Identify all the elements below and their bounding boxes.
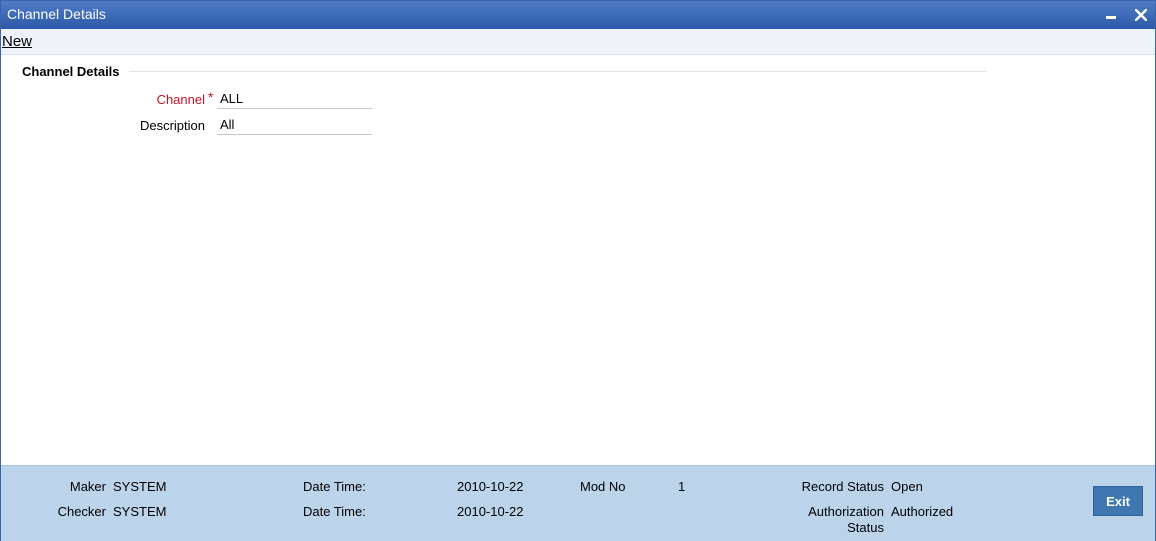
required-asterisk: *: [208, 89, 214, 105]
close-button[interactable]: [1131, 5, 1151, 25]
maker-datetime-label: Date Time:: [303, 479, 366, 494]
window-title: Channel Details: [7, 6, 106, 22]
record-status-label: Record Status: [801, 479, 884, 494]
record-status-value: Open: [891, 479, 923, 494]
maker-value: SYSTEM: [113, 479, 167, 494]
mod-no-value: 1: [678, 479, 686, 494]
channel-label: Channel: [156, 92, 205, 107]
maker-label: Maker: [69, 479, 106, 494]
authorization-status-label: Authorization: [808, 504, 884, 519]
toolbar: New: [1, 29, 1155, 55]
mod-no-label: Mod No: [580, 479, 626, 494]
minimize-button[interactable]: [1101, 5, 1121, 25]
new-link[interactable]: New: [2, 33, 32, 50]
authorization-status-label-line2: Status: [847, 520, 884, 535]
title-bar: Channel Details: [1, 1, 1155, 29]
maker-datetime-value: 2010-10-22: [457, 479, 524, 494]
channel-details-window: Channel Details New Channel Details Chan…: [0, 0, 1156, 541]
checker-value: SYSTEM: [113, 504, 167, 519]
section-title: Channel Details: [22, 64, 120, 79]
close-icon: [1135, 9, 1147, 21]
checker-datetime-value: 2010-10-22: [457, 504, 524, 519]
checker-label: Checker: [57, 504, 106, 519]
checker-datetime-label: Date Time:: [303, 504, 366, 519]
description-label: Description: [139, 118, 205, 133]
channel-input[interactable]: [217, 89, 372, 109]
exit-button[interactable]: Exit: [1093, 486, 1143, 516]
section-divider: [129, 71, 987, 72]
authorization-status-value: Authorized: [891, 504, 954, 519]
audit-footer: Maker SYSTEM Checker SYSTEM Date Time: 2…: [1, 465, 1155, 541]
description-input[interactable]: [217, 115, 372, 135]
minimize-icon: [1106, 15, 1116, 19]
